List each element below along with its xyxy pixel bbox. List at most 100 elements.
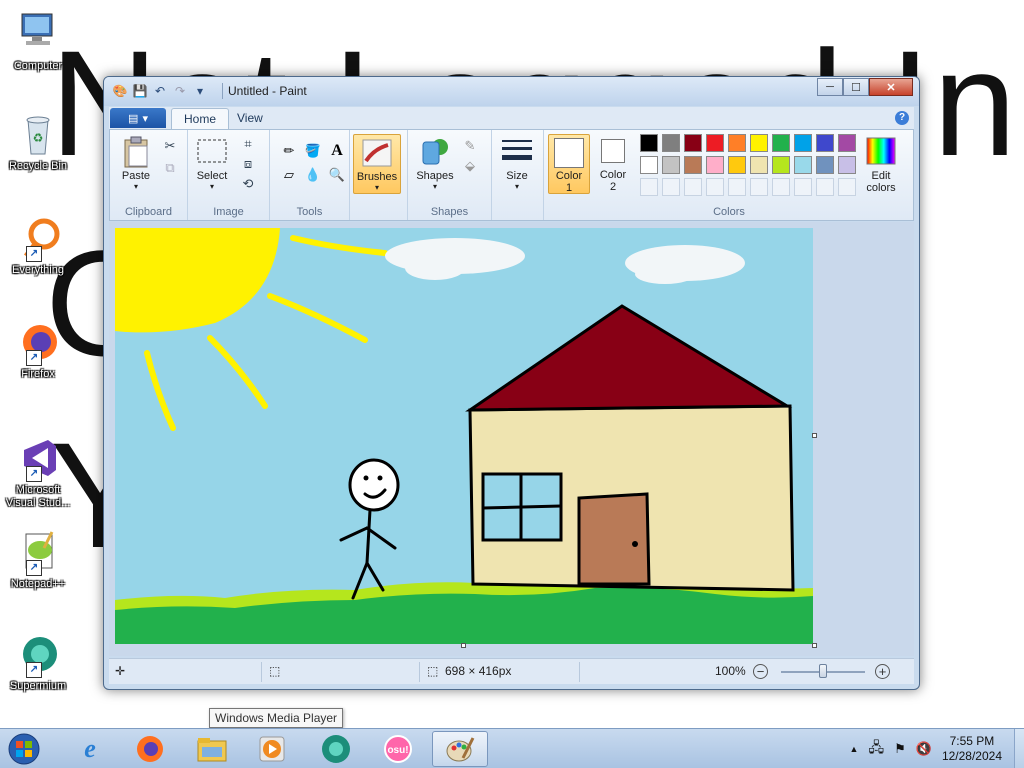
start-button[interactable] (4, 731, 44, 767)
shapes-button[interactable]: Shapes ▾ (412, 136, 458, 191)
palette-swatch[interactable] (816, 156, 834, 174)
palette-swatch-empty[interactable] (640, 178, 658, 196)
palette-swatch-empty[interactable] (728, 178, 746, 196)
zoom-level: 100% (715, 664, 746, 678)
palette-swatch[interactable] (750, 134, 768, 152)
palette-swatch-empty[interactable] (706, 178, 724, 196)
palette-swatch[interactable] (772, 134, 790, 152)
title-bar[interactable]: 🎨 💾 ↶ ↷ ▾ Untitled - Paint ─ ☐ ✕ (104, 77, 919, 106)
pencil-icon[interactable]: ✏ (278, 140, 300, 162)
palette-swatch[interactable] (640, 156, 658, 174)
file-menu-button[interactable]: ▤ ▾ (110, 108, 166, 128)
palette-swatch-empty[interactable] (684, 178, 702, 196)
desktop-icon-firefox[interactable]: ↗ Firefox (2, 318, 74, 381)
taskbar-file-explorer[interactable] (184, 731, 240, 767)
redo-icon[interactable]: ↷ (172, 83, 188, 99)
palette-swatch[interactable] (838, 156, 856, 174)
palette-swatch[interactable] (706, 134, 724, 152)
outline-icon[interactable]: ✎ (460, 136, 480, 156)
text-tool-icon[interactable]: A (326, 140, 348, 162)
zoom-out-button[interactable]: − (753, 664, 768, 679)
eraser-icon[interactable]: ▱ (278, 164, 300, 186)
palette-swatch[interactable] (772, 156, 790, 174)
palette-swatch-empty[interactable] (750, 178, 768, 196)
tab-home[interactable]: Home (171, 108, 230, 129)
customize-toolbar-chevron-icon[interactable]: ▾ (192, 83, 208, 99)
svg-text:♻: ♻ (33, 131, 44, 145)
palette-swatch[interactable] (662, 156, 680, 174)
desktop-icon-label: Microsoft Visual Stud... (5, 484, 71, 509)
paint-app-icon[interactable]: 🎨 (112, 83, 128, 99)
taskbar-supermium[interactable] (308, 731, 364, 767)
taskbar-internet-explorer[interactable]: e (62, 731, 118, 767)
volume-muted-icon[interactable]: 🔇 (916, 741, 932, 757)
fill-icon[interactable]: ⬙ (460, 156, 480, 176)
palette-swatch[interactable] (662, 134, 680, 152)
palette-swatch[interactable] (706, 156, 724, 174)
canvas-dimensions: 698 × 416px (445, 664, 512, 678)
drawing-canvas[interactable] (115, 228, 813, 644)
resize-handle-right[interactable] (812, 433, 817, 438)
palette-swatch[interactable] (728, 134, 746, 152)
palette-swatch[interactable] (728, 156, 746, 174)
fill-bucket-icon[interactable]: 🪣 (302, 140, 324, 162)
save-icon[interactable]: 💾 (132, 83, 148, 99)
chevron-down-icon: ▾ (432, 182, 437, 191)
maximize-button[interactable]: ☐ (843, 78, 869, 96)
color-1-button[interactable]: Color 1 (548, 134, 590, 194)
desktop-icon-everything[interactable]: ↗ Everything (2, 214, 74, 277)
zoom-in-button[interactable]: + (875, 664, 890, 679)
tab-view[interactable]: View (225, 108, 275, 129)
desktop-icon-notepad-plus-plus[interactable]: ↗ Notepad++ (2, 528, 74, 591)
desktop-icon-supermium[interactable]: ↗ Supermium (2, 630, 74, 693)
network-icon[interactable]: 🖧 (868, 737, 884, 761)
clock[interactable]: 7:55 PM 12/28/2024 (942, 734, 1002, 764)
undo-icon[interactable]: ↶ (152, 83, 168, 99)
magnifier-icon[interactable]: 🔍 (326, 164, 348, 186)
desktop-icon-visual-studio[interactable]: ↗ Microsoft Visual Stud... (2, 434, 74, 510)
action-center-flag-icon[interactable]: ⚑ (894, 741, 906, 757)
palette-swatch-empty[interactable] (816, 178, 834, 196)
palette-swatch[interactable] (684, 134, 702, 152)
desktop-icon-recycle-bin[interactable]: ♻ Recycle Bin (2, 110, 74, 173)
palette-swatch[interactable] (750, 156, 768, 174)
minimize-button[interactable]: ─ (817, 78, 843, 96)
palette-swatch[interactable] (684, 156, 702, 174)
palette-swatch[interactable] (640, 134, 658, 152)
palette-swatch[interactable] (816, 134, 834, 152)
close-button[interactable]: ✕ (869, 78, 913, 96)
palette-swatch[interactable] (794, 156, 812, 174)
group-tools: ✏ 🪣 A ▱ 💧 🔍 Tools (270, 130, 350, 220)
taskbar-firefox[interactable] (122, 731, 178, 767)
resize-handle-corner[interactable] (812, 643, 817, 648)
select-button[interactable]: Select ▾ (192, 136, 232, 191)
crop-icon[interactable]: ⌗ (238, 134, 258, 154)
cut-icon[interactable]: ✂ (160, 136, 180, 156)
resize-icon[interactable]: ⧈ (238, 154, 258, 174)
color-picker-icon[interactable]: 💧 (302, 164, 324, 186)
color-2-button[interactable]: Color 2 (594, 136, 632, 193)
brushes-button[interactable]: Brushes ▾ (353, 134, 401, 194)
palette-swatch-empty[interactable] (662, 178, 680, 196)
rotate-icon[interactable]: ⟲ (238, 174, 258, 194)
size-button[interactable]: Size ▾ (498, 136, 536, 191)
edit-colors-button[interactable]: Edit colors (856, 136, 906, 194)
resize-handle-bottom[interactable] (461, 643, 466, 648)
taskbar-paint[interactable] (432, 731, 488, 767)
palette-swatch-empty[interactable] (838, 178, 856, 196)
show-desktop-button[interactable] (1014, 729, 1024, 768)
taskbar-osu[interactable]: osu! (370, 731, 426, 767)
palette-swatch-empty[interactable] (772, 178, 790, 196)
taskbar-windows-media-player[interactable] (244, 731, 300, 767)
desktop-icon-computer[interactable]: Computer (2, 10, 74, 73)
help-icon[interactable]: ? (895, 111, 909, 125)
zoom-slider-thumb[interactable] (819, 664, 827, 678)
palette-swatch[interactable] (794, 134, 812, 152)
palette-swatch[interactable] (838, 134, 856, 152)
canvas-workspace[interactable] (109, 222, 914, 656)
desktop-icon-label: Recycle Bin (8, 160, 68, 172)
copy-icon[interactable]: ⧉ (160, 158, 180, 178)
paste-button[interactable]: Paste ▾ (116, 136, 156, 191)
palette-swatch-empty[interactable] (794, 178, 812, 196)
show-hidden-icons-icon[interactable]: ▲ (850, 744, 859, 754)
